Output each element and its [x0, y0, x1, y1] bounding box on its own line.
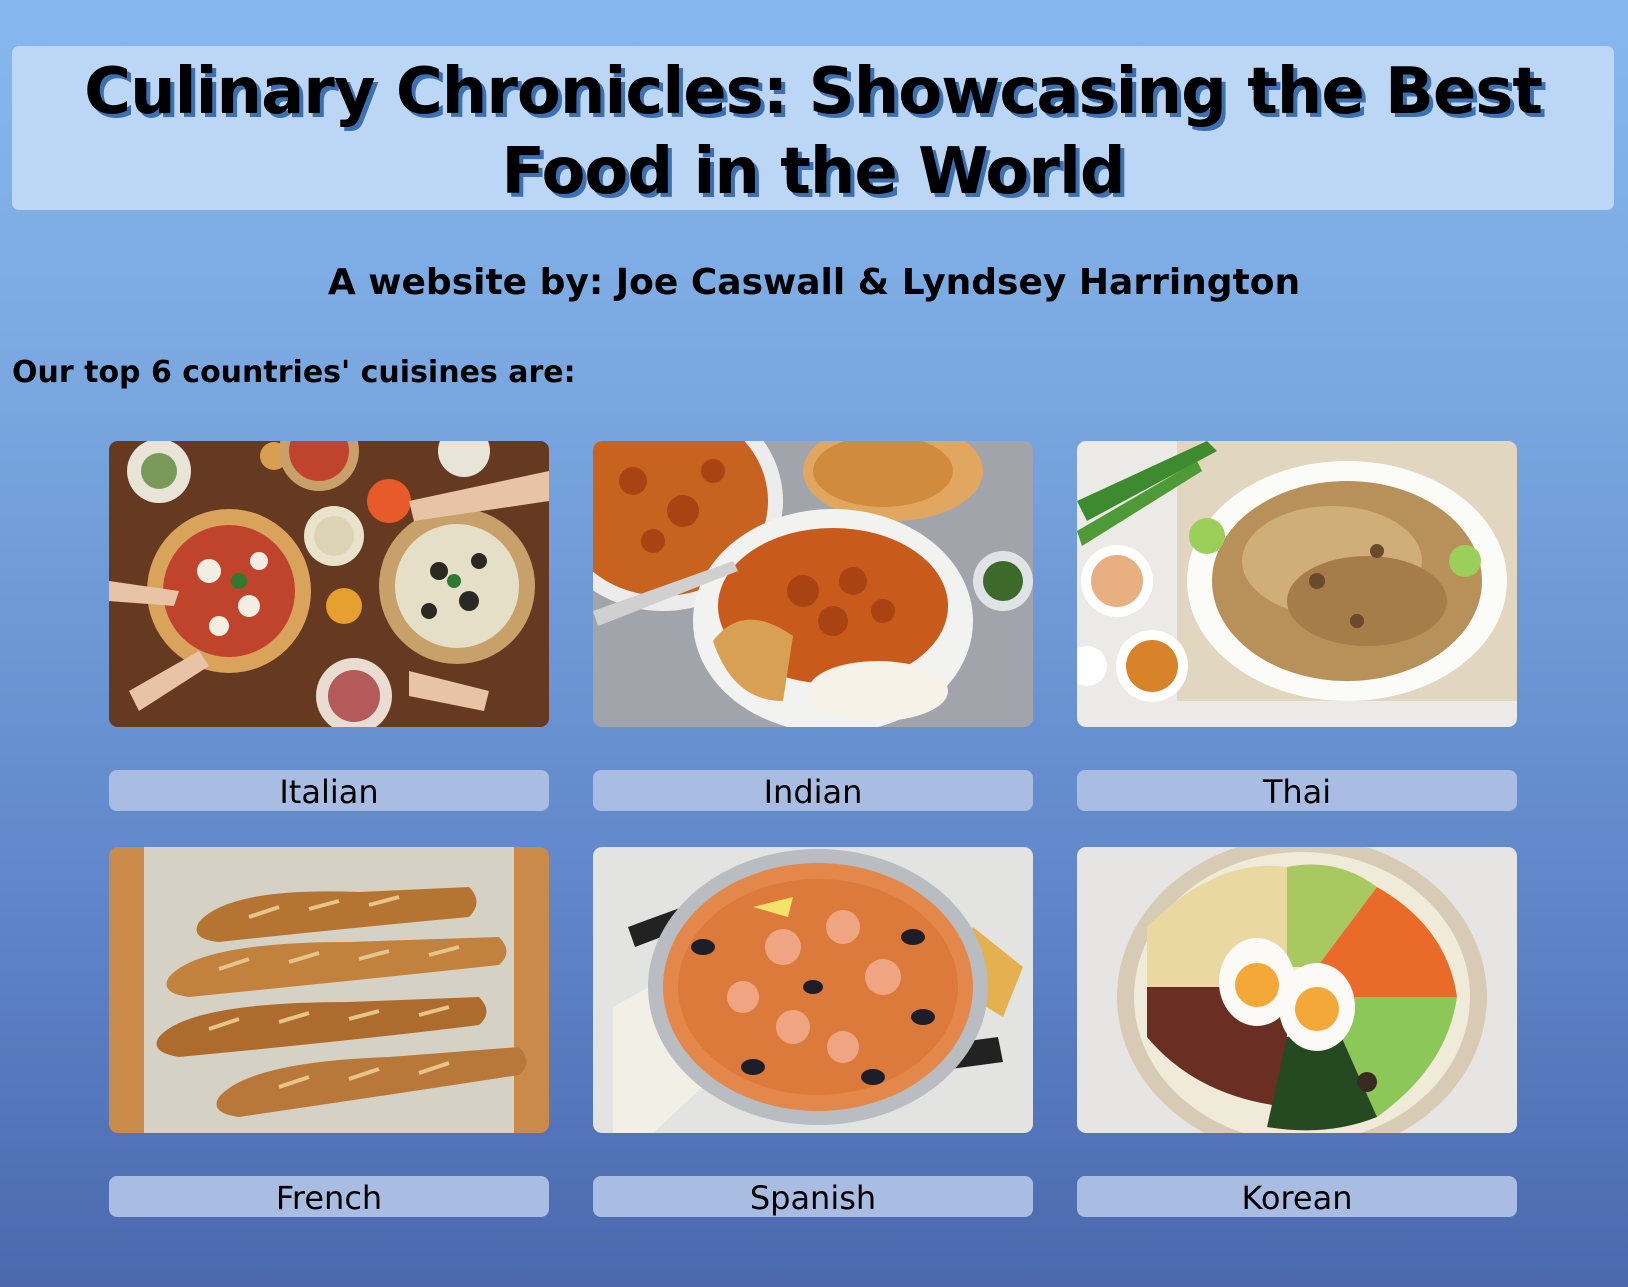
cuisine-card-thai[interactable]: Thai: [1077, 441, 1517, 811]
cuisine-label-french[interactable]: French: [109, 1176, 549, 1217]
pad-thai-photo[interactable]: [1077, 441, 1517, 727]
pizza-table-photo[interactable]: [109, 441, 549, 727]
page-title: Culinary Chronicles: Showcasing the Best…: [84, 55, 1543, 209]
paella-photo[interactable]: [593, 847, 1033, 1133]
byline: A website by: Joe Caswall & Lyndsey Harr…: [327, 262, 1301, 303]
cuisine-label-korean[interactable]: Korean: [1077, 1176, 1517, 1217]
cuisine-label-italian[interactable]: Italian: [109, 770, 549, 811]
cuisine-card-french[interactable]: French: [109, 847, 549, 1217]
cuisine-label-spanish[interactable]: Spanish: [593, 1176, 1033, 1217]
bibimbap-photo[interactable]: [1077, 847, 1517, 1133]
cuisine-label-thai[interactable]: Thai: [1077, 770, 1517, 811]
curry-rice-photo[interactable]: [593, 441, 1033, 727]
cuisine-card-italian[interactable]: Italian: [109, 441, 549, 811]
intro-text: Our top 6 countries' cuisines are:: [12, 355, 576, 390]
cuisine-label-indian[interactable]: Indian: [593, 770, 1033, 811]
cuisine-card-korean[interactable]: Korean: [1077, 847, 1517, 1217]
cuisine-card-spanish[interactable]: Spanish: [593, 847, 1033, 1217]
header-banner: Culinary Chronicles: Showcasing the Best…: [12, 46, 1614, 210]
cuisine-card-indian[interactable]: Indian: [593, 441, 1033, 811]
baguettes-photo[interactable]: [109, 847, 549, 1133]
